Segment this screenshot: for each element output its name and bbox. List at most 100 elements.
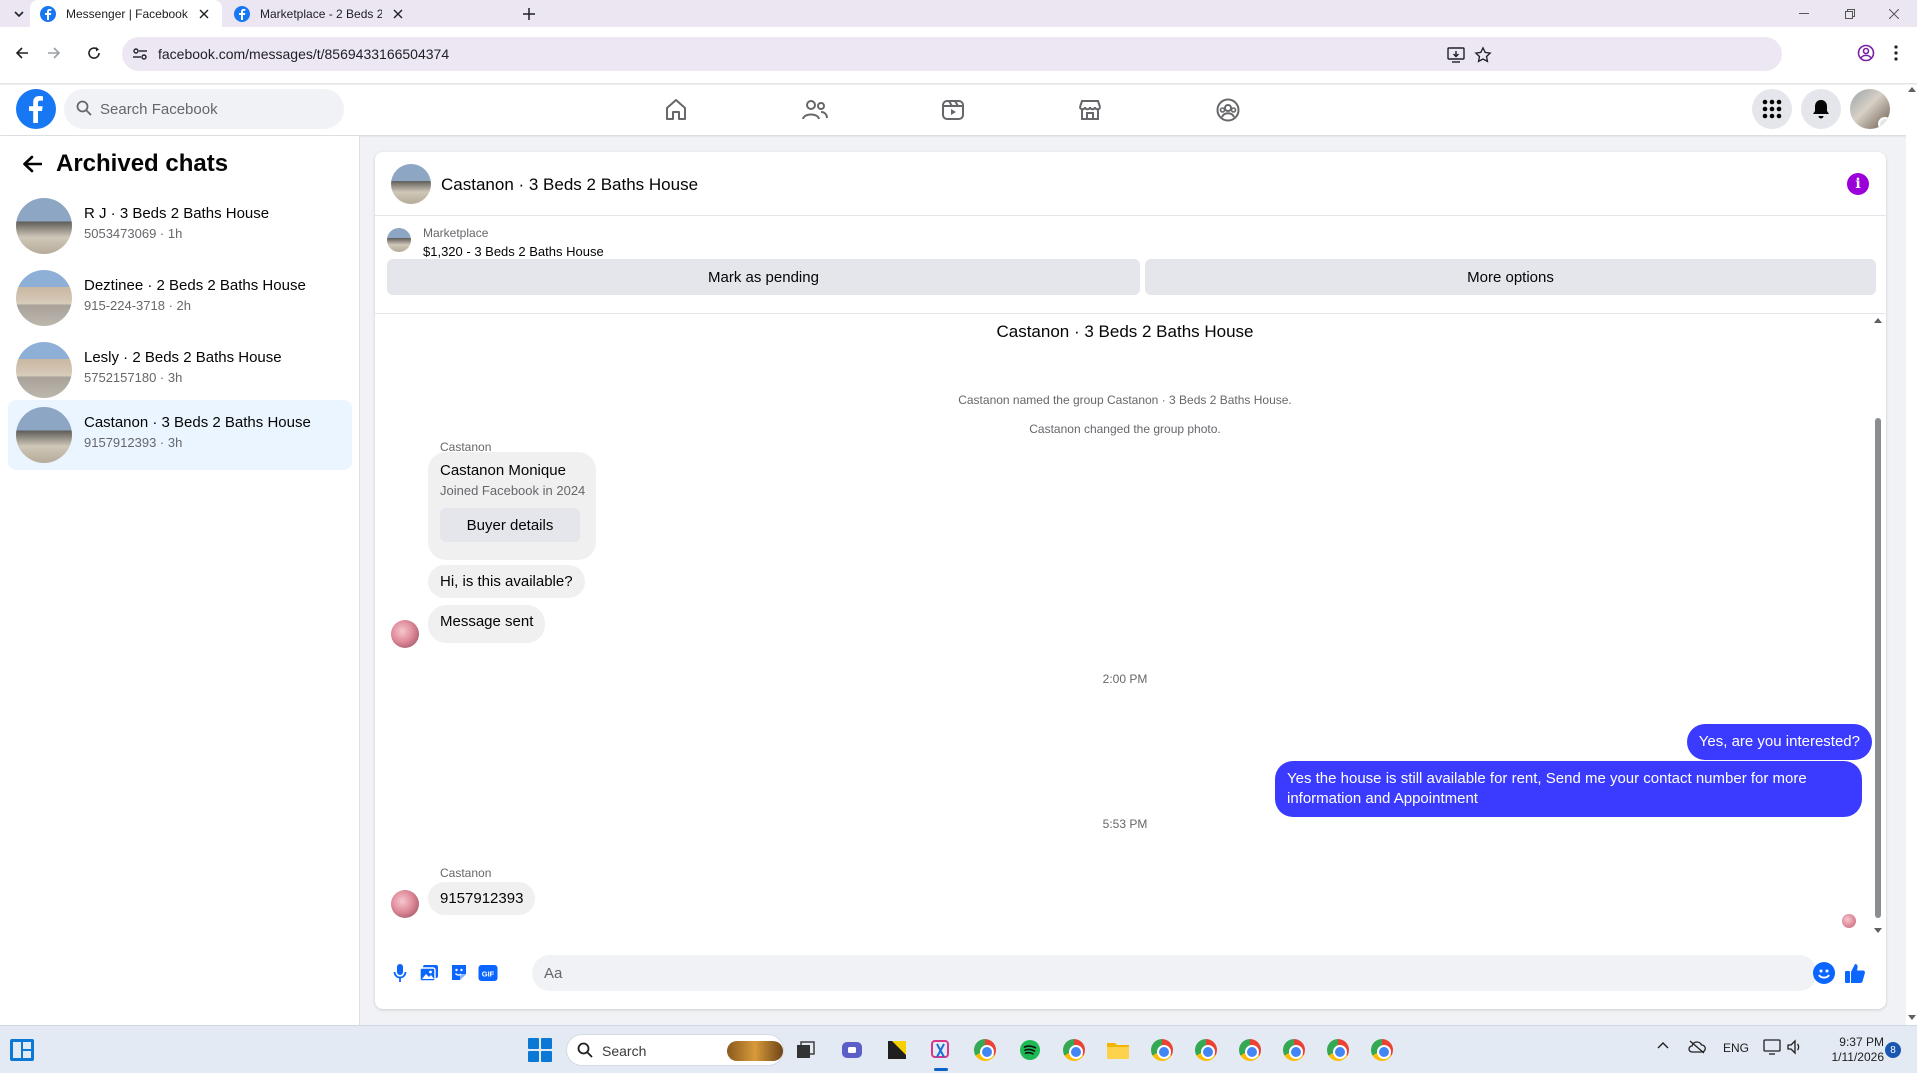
facebook-favicon-icon	[40, 5, 56, 22]
marketplace-icon[interactable]	[1070, 90, 1110, 130]
restore-window-button[interactable]	[1827, 0, 1873, 27]
close-tab-icon[interactable]	[390, 6, 406, 22]
chat-list-item[interactable]: R J · 3 Beds 2 Baths House 5053473069 · …	[8, 191, 352, 261]
video-icon[interactable]	[933, 90, 973, 130]
thread-scrollbar[interactable]	[1872, 315, 1884, 939]
conversation-title[interactable]: Castanon · 3 Beds 2 Baths House	[441, 175, 698, 195]
widgets-icon[interactable]	[8, 1036, 36, 1064]
arrow-left-icon	[15, 47, 28, 59]
chrome-icon[interactable]	[970, 1035, 1000, 1065]
address-bar[interactable]: facebook.com/messages/t/8569433166504374	[122, 37, 1782, 71]
back-button[interactable]	[6, 37, 38, 69]
home-icon[interactable]	[656, 90, 696, 130]
task-view-icon[interactable]	[791, 1035, 821, 1065]
emoji-icon[interactable]	[1813, 962, 1835, 984]
photo-icon[interactable]	[417, 961, 441, 985]
browser-menu-button[interactable]	[1880, 37, 1912, 69]
message-input[interactable]	[544, 955, 1774, 991]
notifications-button[interactable]	[1801, 89, 1841, 129]
spotify-icon[interactable]	[1015, 1035, 1045, 1065]
chat-list-item[interactable]: Deztinee · 2 Beds 2 Baths House 915-224-…	[8, 263, 352, 333]
listing-thumbnail[interactable]	[387, 228, 411, 252]
info-icon[interactable]: i	[1847, 173, 1869, 195]
incoming-message[interactable]: 9157912393	[428, 882, 536, 915]
new-tab-button[interactable]	[518, 3, 540, 25]
profile-button[interactable]	[1850, 37, 1882, 69]
sticker-icon[interactable]	[447, 961, 471, 985]
chrome-profile-icon[interactable]	[1191, 1035, 1221, 1065]
account-avatar[interactable]	[1850, 89, 1890, 129]
sender-avatar[interactable]	[391, 620, 419, 648]
chat-list-item[interactable]: Lesly · 2 Beds 2 Baths House 5752157180 …	[8, 335, 352, 405]
sender-avatar[interactable]	[391, 890, 419, 918]
incoming-message[interactable]: Message sent	[428, 605, 546, 643]
cloud-offline-icon[interactable]	[1688, 1040, 1706, 1054]
bookmark-star-icon[interactable]	[1472, 44, 1494, 66]
buyer-details-button[interactable]: Buyer details	[440, 508, 580, 542]
facebook-logo-icon[interactable]	[16, 89, 56, 129]
mark-as-pending-button[interactable]: Mark as pending	[387, 259, 1140, 295]
close-tab-icon[interactable]	[196, 6, 212, 22]
listing-title[interactable]: $1,320 - 3 Beds 2 Baths House	[423, 244, 604, 259]
thumbs-up-icon[interactable]	[1843, 961, 1867, 985]
chrome-profile-icon[interactable]	[1235, 1035, 1265, 1065]
chrome-profile-icon[interactable]	[1279, 1035, 1309, 1065]
sender-name: Castanon	[440, 866, 492, 880]
tab-marketplace[interactable]: Marketplace - 2 Beds 2 Baths H	[224, 0, 416, 27]
language-indicator[interactable]: ENG	[1723, 1041, 1749, 1055]
menu-grid-button[interactable]	[1752, 89, 1792, 129]
system-message: Castanon changed the group photo.	[1029, 422, 1221, 436]
system-clock[interactable]: 9:37 PM 1/11/2026	[1812, 1035, 1885, 1065]
marketplace-listing-bar: Marketplace $1,320 - 3 Beds 2 Baths Hous…	[375, 216, 1886, 314]
tab-messenger[interactable]: Messenger | Facebook	[30, 0, 222, 27]
gif-icon[interactable]: GIF	[476, 961, 500, 985]
friends-icon[interactable]	[795, 90, 835, 130]
buyer-joined: Joined Facebook in 2024	[440, 483, 586, 498]
chat-name: Deztinee · 2 Beds 2 Baths House	[84, 277, 306, 294]
file-explorer-icon[interactable]	[1103, 1035, 1133, 1065]
chat-list-item-selected[interactable]: Castanon · 3 Beds 2 Baths House 91579123…	[8, 400, 352, 470]
groups-icon[interactable]	[1208, 90, 1248, 130]
site-info-icon[interactable]	[130, 44, 150, 64]
chrome-profile-icon[interactable]	[1147, 1035, 1177, 1065]
page-scrollbar[interactable]	[1906, 85, 1917, 1025]
kebab-menu-icon	[1894, 45, 1898, 61]
snipping-tool-icon[interactable]	[926, 1035, 956, 1071]
windows-start-icon[interactable]	[528, 1038, 552, 1062]
windows-taskbar: Search ENG 9:37 PM 1/11/2026 8	[0, 1025, 1917, 1073]
close-window-button[interactable]	[1871, 0, 1917, 27]
chrome-profile-icon[interactable]	[1367, 1035, 1397, 1065]
thread-title: Castanon · 3 Beds 2 Baths House	[996, 322, 1254, 341]
arrow-right-icon	[48, 47, 61, 59]
notification-count-badge[interactable]: 8	[1885, 1042, 1901, 1058]
conversation-avatar[interactable]	[391, 164, 431, 204]
chat-name: R J · 3 Beds 2 Baths House	[84, 205, 270, 222]
back-arrow-icon[interactable]	[18, 150, 46, 178]
facebook-search[interactable]: Search Facebook	[64, 89, 344, 129]
microphone-icon[interactable]	[388, 961, 412, 985]
chrome-profile-icon[interactable]	[1059, 1035, 1089, 1065]
teams-icon[interactable]	[837, 1035, 867, 1065]
outgoing-message[interactable]: Yes, are you interested?	[1686, 724, 1872, 760]
tab-title: Messenger | Facebook	[66, 6, 188, 21]
scroll-thumb[interactable]	[1875, 418, 1881, 918]
reload-button[interactable]	[78, 37, 110, 69]
sticky-notes-icon[interactable]	[882, 1035, 912, 1065]
minimize-window-button[interactable]	[1781, 0, 1827, 27]
facebook-header: Search Facebook	[0, 85, 1908, 135]
message-input-box[interactable]	[532, 955, 1817, 991]
chrome-profile-icon[interactable]	[1323, 1035, 1353, 1065]
incoming-message[interactable]: Hi, is this available?	[428, 565, 585, 598]
chat-preview: 5752157180 · 3h	[84, 370, 183, 385]
network-icon[interactable]	[1763, 1039, 1781, 1055]
volume-icon[interactable]	[1786, 1039, 1802, 1055]
forward-button[interactable]	[38, 37, 70, 69]
message-composer: GIF	[375, 939, 1886, 1009]
tab-search-button[interactable]	[6, 3, 32, 25]
outgoing-message[interactable]: Yes the house is still available for ren…	[1275, 761, 1862, 817]
buyer-name: Castanon Monique	[440, 462, 566, 479]
tray-chevron-up-icon[interactable]	[1657, 1040, 1669, 1050]
taskbar-search[interactable]: Search	[566, 1034, 784, 1066]
install-app-icon[interactable]	[1445, 44, 1467, 66]
more-options-button[interactable]: More options	[1145, 259, 1876, 295]
